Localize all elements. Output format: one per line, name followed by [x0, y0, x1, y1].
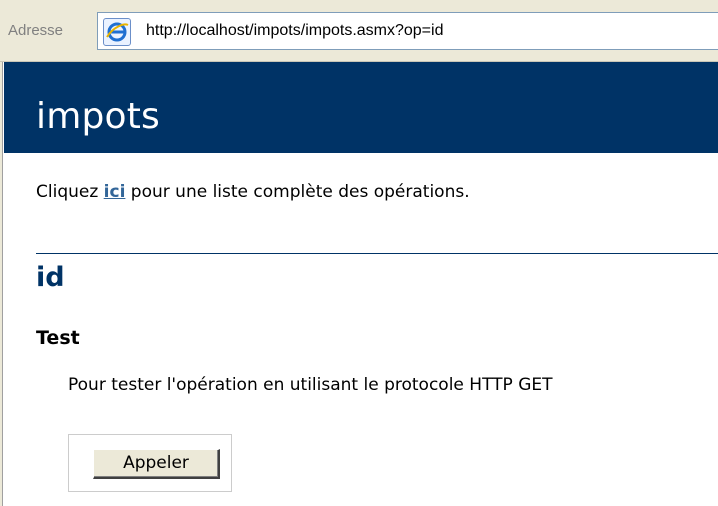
- page-title: impots: [36, 96, 161, 137]
- url-text[interactable]: http://localhost/impots/impots.asmx?op=i…: [146, 22, 443, 40]
- invoke-button[interactable]: Appeler: [93, 449, 220, 479]
- test-section-title: Test: [36, 327, 80, 349]
- section-divider: [36, 253, 718, 254]
- window-left-border: [0, 62, 3, 506]
- ie-page-icon: [103, 18, 131, 46]
- intro-before: Cliquez: [36, 182, 104, 202]
- address-field[interactable]: http://localhost/impots/impots.asmx?op=i…: [97, 12, 718, 50]
- intro-after: pour une liste complète des opérations.: [125, 182, 470, 202]
- intro-text: Cliquez ici pour une liste complète des …: [36, 182, 470, 202]
- operation-title: id: [36, 262, 65, 293]
- address-label: Adresse: [8, 22, 64, 39]
- test-description: Pour tester l'opération en utilisant le …: [68, 375, 553, 395]
- address-bar: Adresse http://localhost/impots/impots.a…: [0, 0, 718, 62]
- operations-list-link[interactable]: ici: [104, 182, 126, 202]
